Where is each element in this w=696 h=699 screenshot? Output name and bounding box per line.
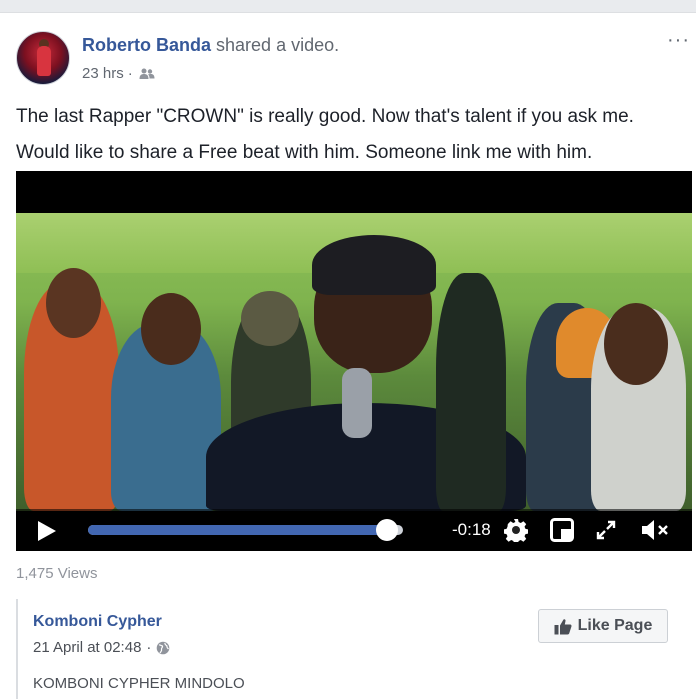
page-meta: 21 April at 02:48 · <box>33 639 170 656</box>
muted-speaker-icon[interactable] <box>640 518 670 542</box>
like-page-label: Like Page <box>577 617 653 634</box>
friends-icon[interactable] <box>139 68 155 80</box>
view-count: 1,475 Views <box>16 565 98 582</box>
post-meta: 23 hrs · <box>82 65 155 82</box>
author-avatar[interactable] <box>16 31 70 85</box>
fullscreen-icon[interactable] <box>596 520 616 540</box>
like-page-button[interactable]: Like Page <box>538 609 668 643</box>
thumbs-up-icon <box>554 618 572 634</box>
post-body: The last Rapper "CROWN" is really good. … <box>16 99 686 171</box>
more-options-icon[interactable]: ··· <box>667 29 690 52</box>
video-player[interactable]: -0:18 <box>16 171 692 551</box>
post-action-text: shared a video. <box>216 35 340 55</box>
video-progress-bar[interactable] <box>88 519 403 541</box>
post-card: Roberto Banda shared a video. 23 hrs · ·… <box>0 12 696 699</box>
picture-in-picture-icon[interactable] <box>550 518 574 542</box>
globe-icon[interactable] <box>156 641 170 655</box>
time-remaining: -0:18 <box>452 520 491 539</box>
post-header: Roberto Banda shared a video. <box>82 35 339 56</box>
video-frame <box>16 213 692 511</box>
author-name-link[interactable]: Roberto Banda <box>82 35 211 55</box>
post-text-line: Would like to share a Free beat with him… <box>16 142 593 163</box>
progress-fill <box>88 525 388 535</box>
gear-icon[interactable] <box>504 518 528 542</box>
video-controls: -0:18 <box>16 509 692 551</box>
post-text-line: The last Rapper "CROWN" is really good. … <box>16 106 634 127</box>
play-icon[interactable] <box>38 521 56 541</box>
page-name-link[interactable]: Komboni Cypher <box>33 613 162 631</box>
meta-separator: · <box>146 639 152 656</box>
post-timestamp[interactable]: 23 hrs <box>82 65 124 82</box>
shared-page-block: Komboni Cypher 21 April at 02:48 · Like … <box>16 599 696 699</box>
page-description: KOMBONI CYPHER MINDOLO <box>33 675 245 692</box>
meta-separator: · <box>127 65 133 82</box>
page-post-date[interactable]: 21 April at 02:48 <box>33 639 141 656</box>
progress-handle[interactable] <box>376 519 399 541</box>
